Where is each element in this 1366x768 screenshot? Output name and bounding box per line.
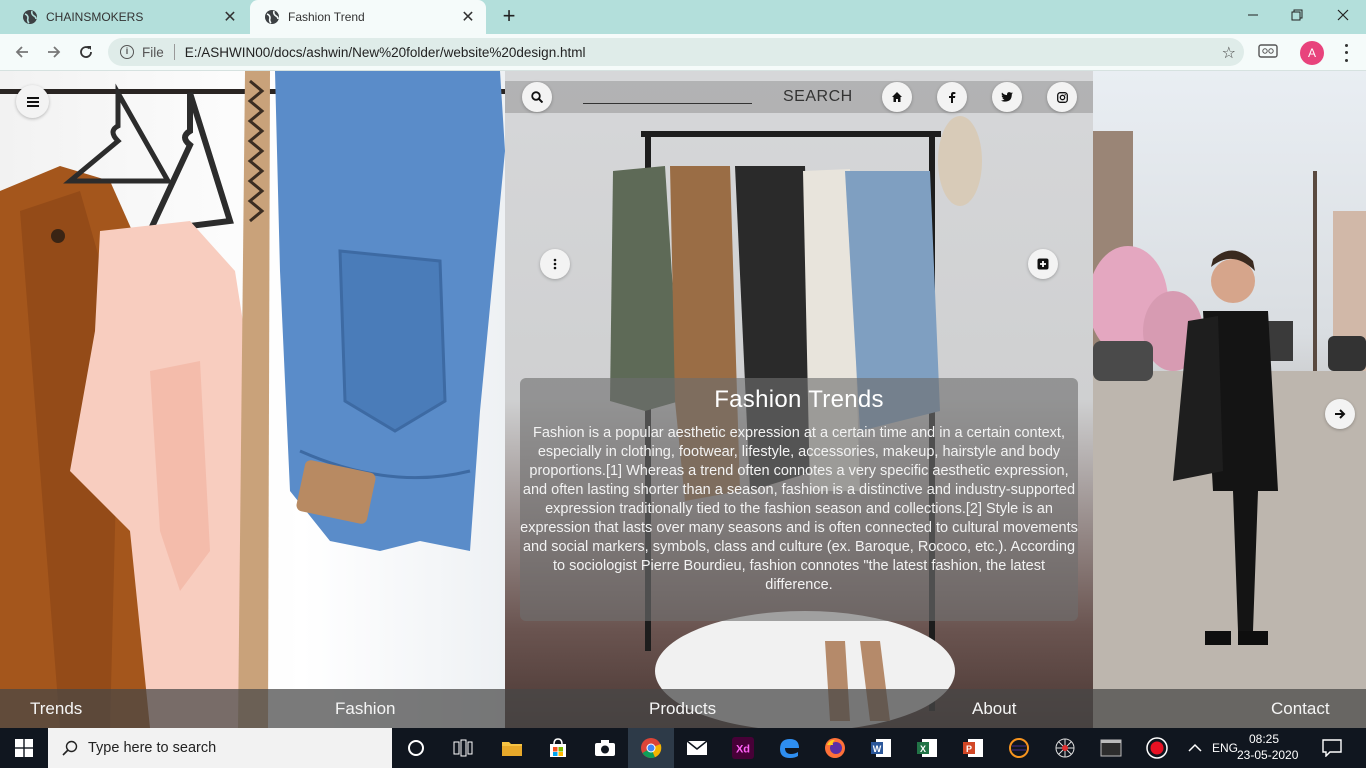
screen-recorder-icon[interactable] bbox=[1145, 736, 1169, 760]
file-explorer-icon[interactable] bbox=[500, 736, 524, 760]
word-icon[interactable]: W bbox=[869, 736, 893, 760]
windows-start-icon[interactable] bbox=[12, 736, 36, 760]
notifications-icon[interactable] bbox=[1320, 736, 1344, 760]
tab-chainsmokers[interactable]: CHAINSMOKERS ✕ bbox=[8, 0, 248, 34]
windows-taskbar: Type here to search Xd W X P ENG 08:25 2… bbox=[0, 728, 1366, 768]
clock-time[interactable]: 08:25 bbox=[1249, 732, 1279, 746]
browser-toolbar: i File E:/ASHWIN00/docs/ashwin/New%20fol… bbox=[0, 34, 1366, 71]
powerpoint-icon[interactable]: P bbox=[961, 736, 985, 760]
facebook-icon bbox=[949, 92, 956, 103]
taskbar-search-box[interactable]: Type here to search bbox=[48, 728, 392, 768]
nav-link-trends[interactable]: Trends bbox=[30, 699, 82, 719]
hamburger-menu-button[interactable] bbox=[16, 85, 49, 118]
language-indicator[interactable]: ENG bbox=[1212, 741, 1238, 755]
card-title: Fashion Trends bbox=[714, 386, 884, 413]
more-options-button[interactable] bbox=[540, 249, 570, 279]
cast-icon[interactable] bbox=[1258, 43, 1278, 61]
minimize-icon[interactable] bbox=[1230, 0, 1276, 30]
instagram-button[interactable] bbox=[1047, 82, 1077, 112]
search-label: SEARCH bbox=[783, 88, 853, 105]
svg-text:X: X bbox=[920, 744, 926, 754]
back-arrow-icon[interactable] bbox=[10, 41, 34, 63]
microsoft-store-icon[interactable] bbox=[546, 736, 570, 760]
tab-label: Fashion Trend bbox=[288, 10, 365, 24]
task-view-icon[interactable] bbox=[451, 736, 475, 760]
url-text[interactable]: E:/ASHWIN00/docs/ashwin/New%20folder/web… bbox=[185, 45, 586, 60]
next-slide-button[interactable] bbox=[1325, 399, 1355, 429]
taskbar-search-placeholder: Type here to search bbox=[88, 740, 217, 756]
plus-square-icon bbox=[1037, 258, 1049, 270]
tab-bar: CHAINSMOKERS ✕ Fashion Trend ✕ + bbox=[0, 0, 1366, 34]
chrome-icon[interactable] bbox=[639, 736, 663, 760]
edge-icon[interactable] bbox=[777, 736, 801, 760]
reload-icon[interactable] bbox=[74, 41, 98, 63]
close-tab-icon[interactable]: ✕ bbox=[460, 7, 476, 27]
nav-link-about[interactable]: About bbox=[972, 699, 1016, 719]
twitter-button[interactable] bbox=[992, 82, 1022, 112]
instagram-icon bbox=[1056, 91, 1068, 103]
new-tab-button[interactable]: + bbox=[498, 5, 520, 28]
svg-text:P: P bbox=[966, 744, 972, 754]
search-icon bbox=[62, 740, 78, 756]
firefox-icon[interactable] bbox=[823, 736, 847, 760]
bookmark-star-icon[interactable]: ☆ bbox=[1222, 43, 1236, 63]
hamburger-icon bbox=[26, 96, 39, 107]
search-input[interactable] bbox=[583, 103, 752, 104]
facebook-button[interactable] bbox=[937, 82, 967, 112]
browser-menu-icon[interactable] bbox=[1338, 42, 1354, 64]
clock-date[interactable]: 23-05-2020 bbox=[1237, 748, 1298, 762]
scheme-label: File bbox=[142, 44, 164, 60]
address-bar[interactable]: i File E:/ASHWIN00/docs/ashwin/New%20fol… bbox=[108, 38, 1244, 66]
excel-icon[interactable]: X bbox=[915, 736, 939, 760]
vertical-dots-icon bbox=[553, 258, 557, 270]
eclipse-icon[interactable] bbox=[1007, 736, 1031, 760]
tab-fashion-trend[interactable]: Fashion Trend ✕ bbox=[250, 0, 486, 34]
spider-app-icon[interactable] bbox=[1053, 736, 1077, 760]
card-body: Fashion is a popular aesthetic expressio… bbox=[520, 425, 1078, 593]
tab-label: CHAINSMOKERS bbox=[46, 10, 144, 24]
twitter-icon bbox=[1001, 92, 1013, 102]
cortana-icon[interactable] bbox=[404, 736, 428, 760]
adobe-xd-icon[interactable]: Xd bbox=[731, 736, 755, 760]
add-button[interactable] bbox=[1028, 249, 1058, 279]
restore-icon[interactable] bbox=[1274, 0, 1320, 30]
info-icon[interactable]: i bbox=[120, 45, 134, 59]
camera-icon[interactable] bbox=[593, 736, 617, 760]
close-window-icon[interactable] bbox=[1320, 0, 1366, 30]
arrow-right-icon bbox=[1335, 409, 1346, 419]
search-bar: SEARCH bbox=[505, 81, 1093, 113]
chevron-up-icon[interactable] bbox=[1183, 736, 1207, 760]
page-viewport: SEARCH Fashion Trends Fashion is a popul… bbox=[0, 71, 1366, 728]
divider bbox=[173, 44, 175, 60]
mail-icon[interactable] bbox=[685, 736, 709, 760]
street-portrait-image bbox=[1093, 71, 1366, 728]
home-button[interactable] bbox=[882, 82, 912, 112]
bottom-nav: Trends Fashion Products About Contact bbox=[0, 689, 1366, 728]
search-icon bbox=[531, 91, 543, 103]
close-tab-icon[interactable]: ✕ bbox=[222, 7, 238, 27]
svg-text:Xd: Xd bbox=[736, 744, 750, 756]
terminal-icon[interactable] bbox=[1099, 736, 1123, 760]
fashion-trends-card: Fashion Trends Fashion is a popular aest… bbox=[520, 378, 1078, 621]
nav-link-products[interactable]: Products bbox=[649, 699, 716, 719]
globe-icon bbox=[265, 10, 279, 24]
nav-link-contact[interactable]: Contact bbox=[1271, 699, 1330, 719]
home-icon bbox=[892, 92, 902, 102]
forward-arrow-icon[interactable] bbox=[42, 41, 66, 63]
globe-icon bbox=[23, 10, 37, 24]
search-button[interactable] bbox=[522, 82, 552, 112]
svg-text:W: W bbox=[873, 744, 882, 754]
profile-avatar[interactable]: A bbox=[1300, 41, 1324, 65]
clothes-rack-image bbox=[0, 71, 505, 728]
nav-link-fashion[interactable]: Fashion bbox=[335, 699, 395, 719]
